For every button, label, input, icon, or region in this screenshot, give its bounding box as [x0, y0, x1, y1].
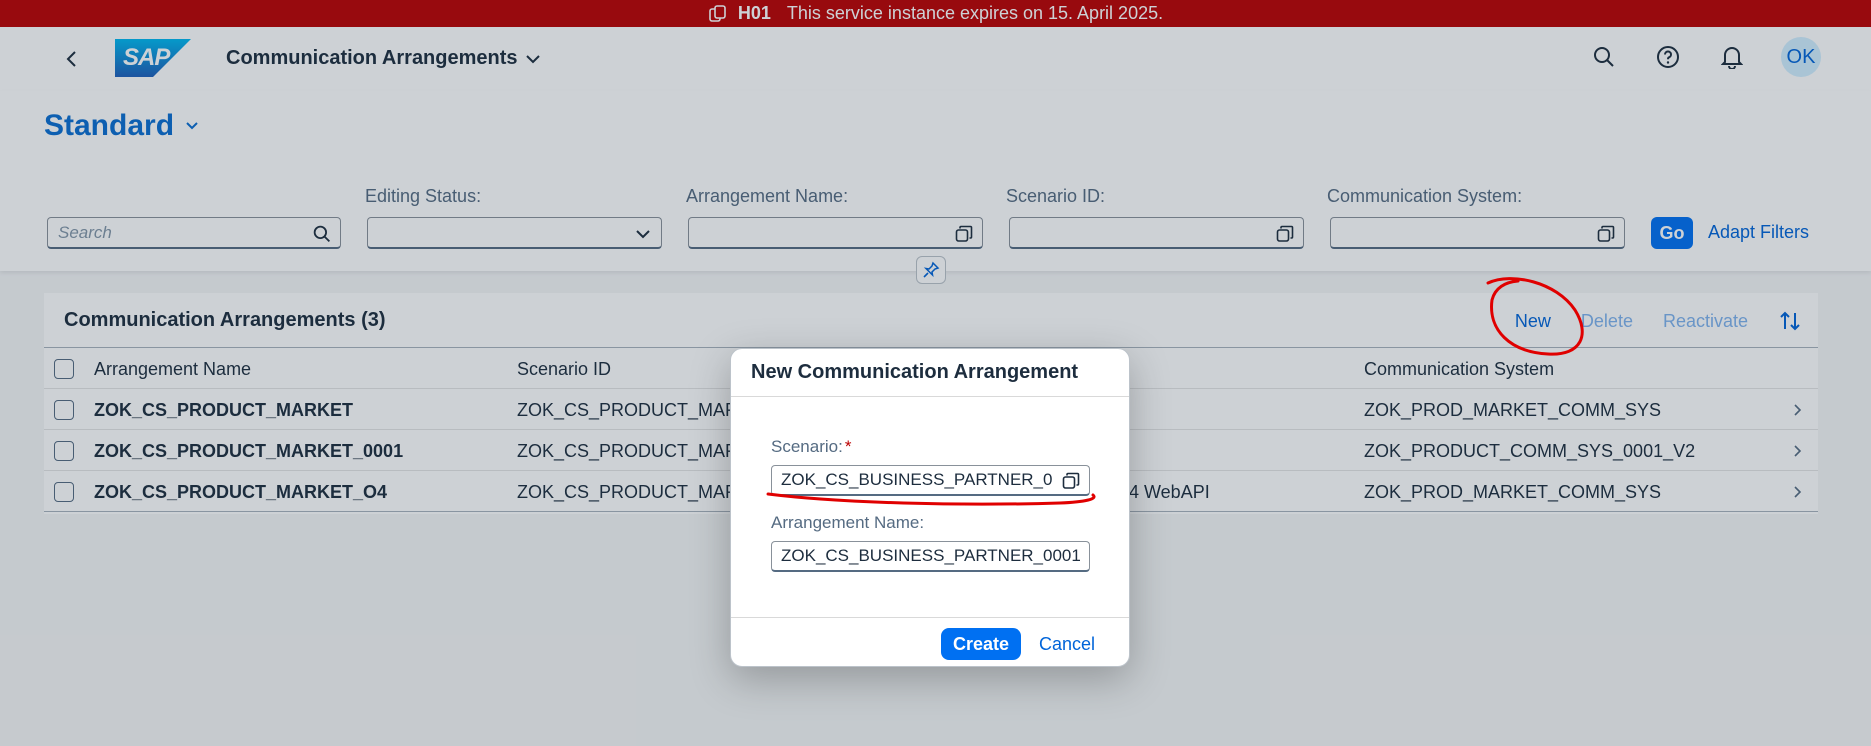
required-marker: * — [844, 437, 852, 456]
arrangement-name-dialog-label: Arrangement Name: — [771, 513, 925, 532]
scenario-label: Scenario: — [771, 437, 843, 456]
scenario-label-wrap: Scenario: * — [771, 437, 851, 457]
cancel-button[interactable]: Cancel — [1031, 628, 1103, 660]
dialog-footer: Create Cancel — [731, 617, 1129, 666]
dialog-title: New Communication Arrangement — [731, 349, 1129, 397]
value-help-icon[interactable] — [1061, 471, 1081, 491]
arrangement-name-dialog-input[interactable]: ZOK_CS_BUSINESS_PARTNER_0001 — [771, 541, 1090, 572]
create-button[interactable]: Create — [941, 628, 1021, 660]
scenario-input[interactable]: ZOK_CS_BUSINESS_PARTNER_0 — [771, 465, 1090, 496]
arrangement-name-dialog-value: ZOK_CS_BUSINESS_PARTNER_0001 — [781, 546, 1081, 565]
scenario-value: ZOK_CS_BUSINESS_PARTNER_0 — [781, 470, 1053, 489]
new-arrangement-dialog: New Communication Arrangement Scenario: *… — [730, 348, 1130, 667]
